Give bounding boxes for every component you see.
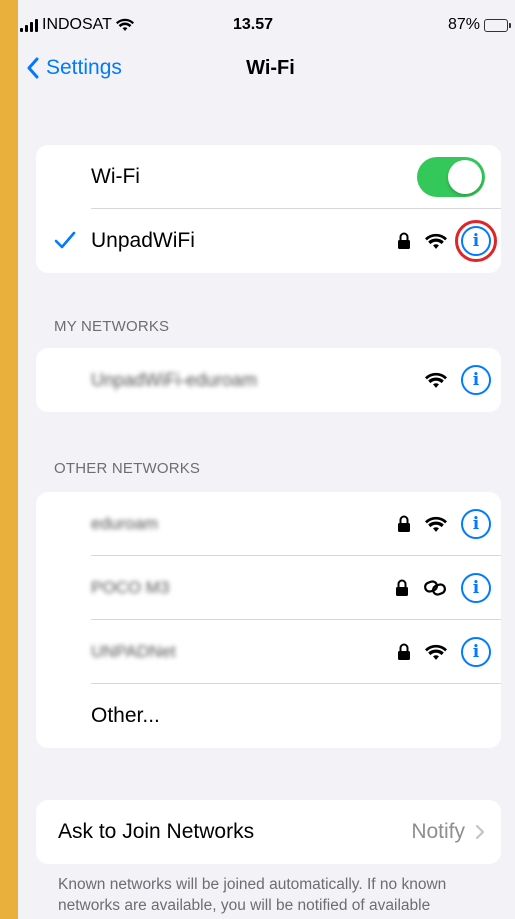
chevron-left-icon — [27, 57, 39, 79]
navigation-bar: Wi-Fi Settings — [18, 50, 515, 90]
status-bar: INDOSAT 13.57 87% — [18, 0, 515, 36]
other-networks-group: eduroam i POCO M3 i UNPADNet i Other... — [36, 492, 501, 748]
wifi-group: Wi-Fi UnpadWiFi i — [36, 145, 501, 273]
network-name: eduroam — [91, 514, 159, 533]
chevron-right-icon — [475, 824, 485, 840]
personal-hotspot-link-icon — [423, 580, 447, 596]
wifi-toggle-switch[interactable] — [417, 157, 485, 197]
lock-icon — [398, 643, 410, 660]
wifi-toggle-row: Wi-Fi — [36, 145, 501, 209]
other-networks-header: OTHER NETWORKS — [54, 460, 201, 477]
ask-to-join-label: Ask to Join Networks — [58, 820, 255, 843]
ask-to-join-value: Notify — [411, 820, 465, 843]
network-name: UNPADNet — [91, 642, 176, 661]
wifi-signal-icon — [425, 516, 447, 532]
network-row[interactable]: POCO M3 i — [36, 556, 501, 620]
back-button[interactable]: Settings — [26, 56, 122, 80]
network-name: UnpadWiFi-eduroam — [91, 369, 258, 390]
wifi-signal-icon — [425, 233, 447, 249]
carrier-name: INDOSAT — [42, 16, 112, 33]
info-icon[interactable]: i — [461, 637, 491, 667]
lock-icon — [398, 232, 410, 249]
lock-icon — [396, 579, 408, 596]
network-row[interactable]: UNPADNet i — [36, 620, 501, 684]
connected-network-row[interactable]: UnpadWiFi i — [36, 209, 501, 273]
wifi-signal-icon — [425, 372, 447, 388]
lock-icon — [398, 515, 410, 532]
battery-charging-icon — [484, 18, 511, 32]
wifi-signal-icon — [425, 644, 447, 660]
info-icon[interactable]: i — [461, 573, 491, 603]
other-network-label: Other... — [91, 704, 160, 727]
battery-percent: 87% — [447, 16, 480, 33]
ask-to-join-footnote: Known networks will be joined automatica… — [58, 876, 447, 919]
info-icon[interactable]: i — [461, 509, 491, 539]
status-time: 13.57 — [233, 16, 274, 33]
checkmark-icon — [54, 231, 76, 249]
wifi-status-icon — [115, 18, 134, 31]
other-network-row[interactable]: Other... — [36, 684, 501, 748]
my-networks-group: UnpadWiFi-eduroam i — [36, 348, 501, 412]
ask-to-join-group: Ask to Join Networks Notify — [36, 800, 501, 864]
back-button-label: Settings — [46, 56, 122, 79]
cellular-signal-icon — [20, 18, 38, 32]
ask-to-join-row[interactable]: Ask to Join Networks Notify — [36, 800, 501, 864]
phone-screen: INDOSAT 13.57 87% Wi-Fi Settings Wi-Fi U… — [18, 0, 515, 919]
connected-network-name: UnpadWiFi — [91, 229, 195, 252]
status-right: 87% — [448, 16, 511, 34]
status-left: INDOSAT — [20, 16, 134, 34]
info-icon[interactable]: i — [461, 365, 491, 395]
wifi-toggle-label: Wi-Fi — [91, 165, 140, 188]
network-row[interactable]: UnpadWiFi-eduroam i — [36, 348, 501, 412]
network-row[interactable]: eduroam i — [36, 492, 501, 556]
info-icon[interactable]: i — [455, 220, 497, 262]
network-name: POCO M3 — [91, 578, 170, 597]
my-networks-header: MY NETWORKS — [54, 318, 170, 335]
